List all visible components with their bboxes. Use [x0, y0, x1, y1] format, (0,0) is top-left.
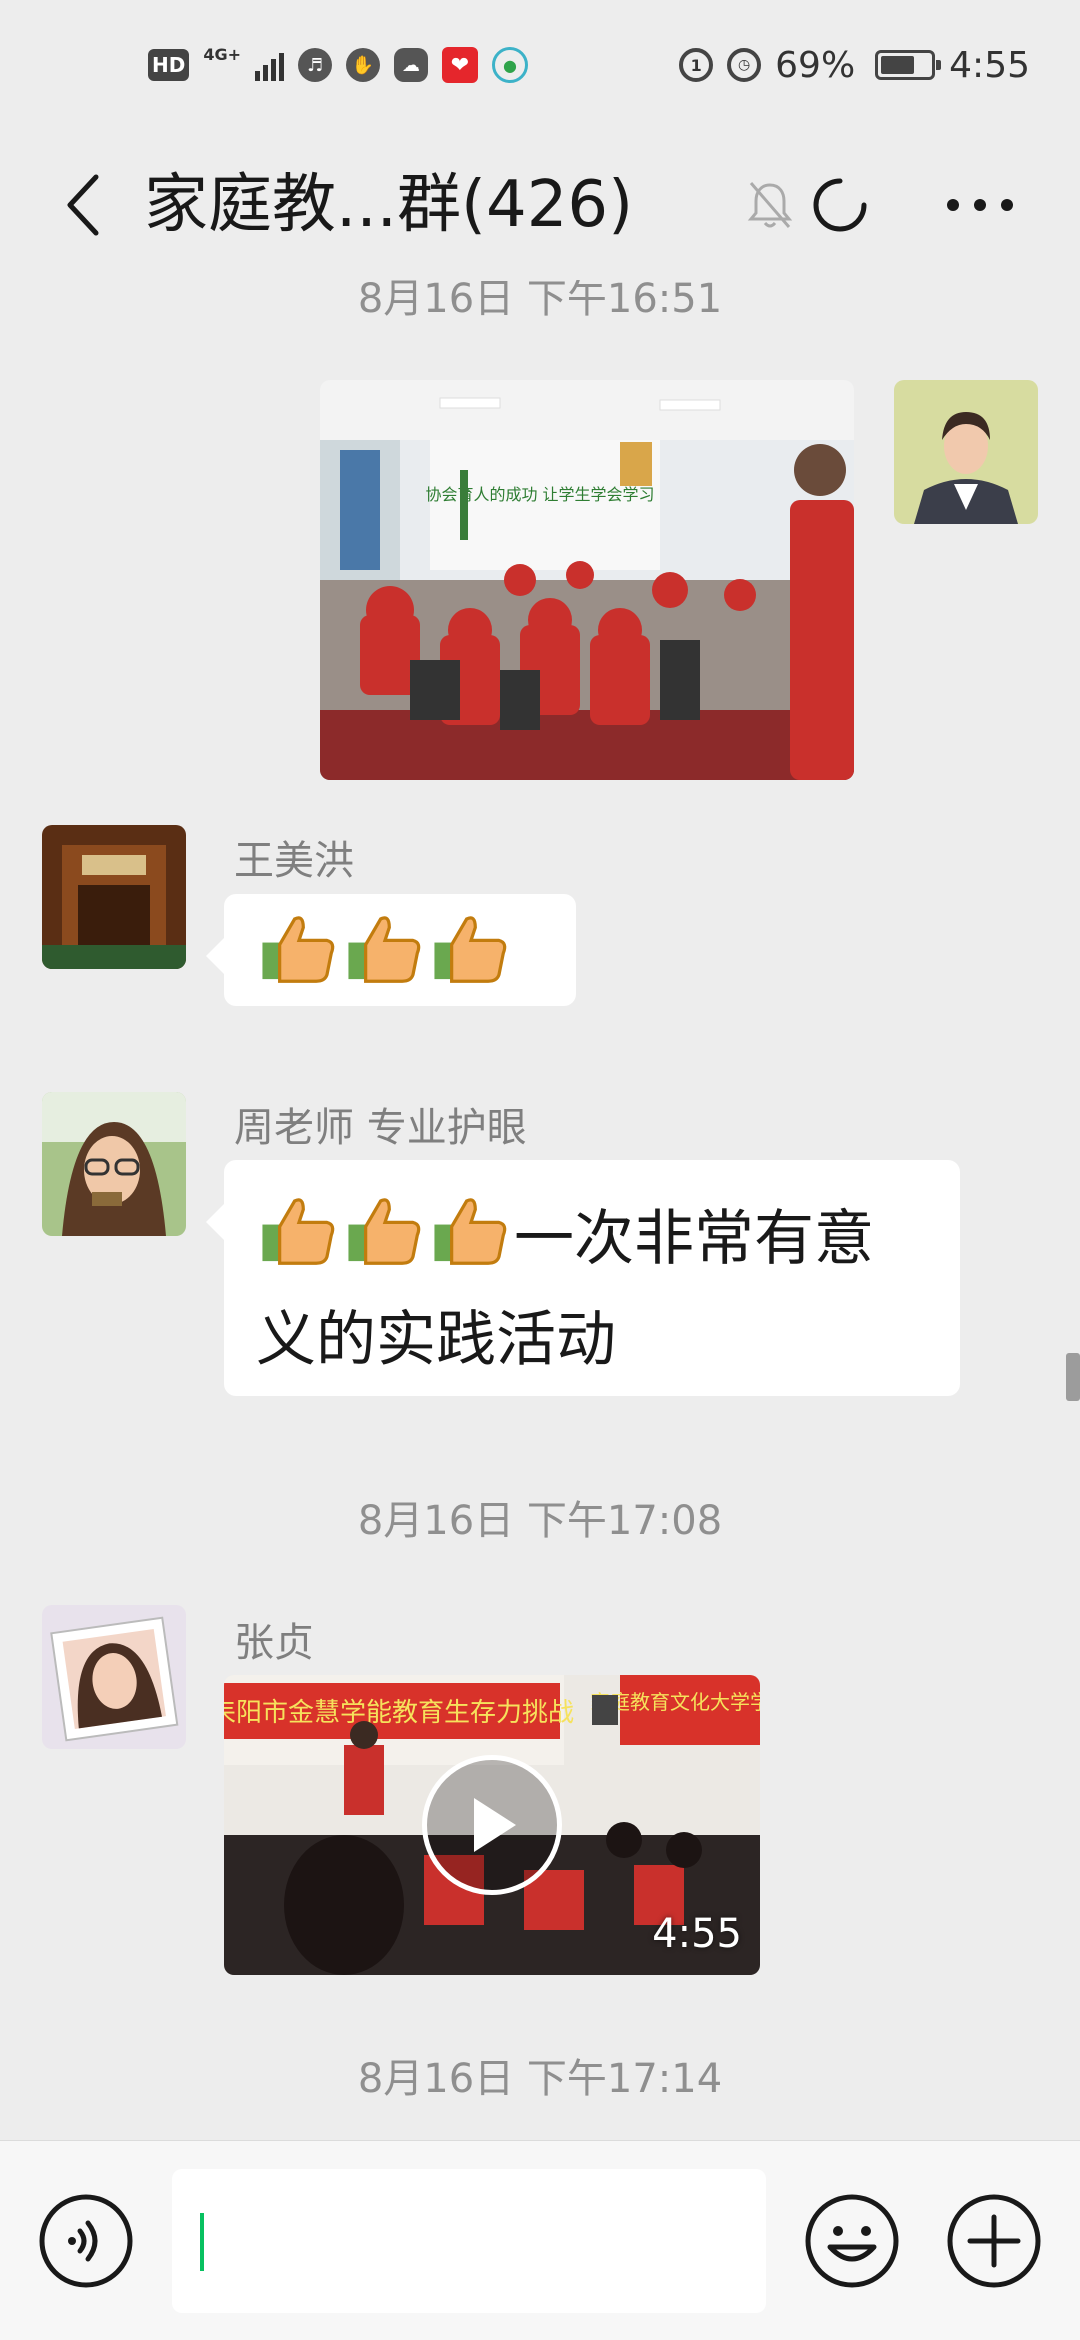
audio-icon: ♬ — [298, 48, 333, 82]
thumbs-up-emoji — [342, 906, 428, 1015]
sender-name: 王美洪 — [234, 838, 354, 884]
nav-bar: 家庭教...群(426) — [0, 130, 1080, 280]
bell-off-icon — [740, 165, 800, 245]
timestamp: 8月16日 下午17:08 — [357, 1498, 723, 1544]
hand-icon: ✋ — [346, 48, 381, 82]
more-button[interactable] — [930, 165, 1030, 245]
battery-icon — [875, 50, 942, 80]
video-duration: 4:55 — [652, 1911, 742, 1957]
photo-banner-text: 协会育人的成功 让学生学会学习 — [425, 485, 654, 504]
status-left: HD 4G+ ♬ ✋ ☁ ❤ ● — [148, 45, 529, 83]
message-input[interactable] — [172, 2169, 766, 2313]
status-bar: HD 4G+ ♬ ✋ ☁ ❤ ● 1 ◷ 69% 4:55 — [0, 0, 1080, 130]
chevron-left-icon — [67, 174, 99, 236]
hd-badge: HD — [148, 49, 190, 81]
emoji-icon — [805, 2194, 899, 2288]
network-type: 4G+ — [203, 45, 242, 64]
refresh-button[interactable] — [800, 165, 880, 245]
play-icon — [474, 1798, 516, 1852]
classroom-photo: 协会育人的成功 让学生学会学习 — [320, 380, 854, 780]
more-functions-button[interactable] — [944, 2191, 1044, 2291]
timestamp: 8月16日 下午16:51 — [357, 280, 723, 322]
timestamp: 8月16日 下午17:14 — [357, 2056, 723, 2102]
thumbs-up-emoji — [428, 906, 514, 1015]
battery-percent: 69% — [775, 44, 856, 86]
status-right: 1 ◷ 69% 4:55 — [679, 45, 1030, 86]
video-banner-left: 耒阳市金慧学能教育生存力挑战 — [224, 1698, 574, 1728]
chat-notification-icon: ● — [492, 47, 529, 83]
sender-avatar[interactable] — [42, 825, 186, 969]
message-bubble[interactable]: 一次非常有意义的实践活动 — [206, 1160, 960, 1396]
scrollbar[interactable] — [1066, 1353, 1080, 1401]
sender-avatar[interactable] — [42, 1092, 186, 1236]
voice-button[interactable] — [36, 2191, 136, 2291]
thumbs-up-emoji — [256, 1188, 342, 1297]
more-icon — [947, 199, 1013, 211]
back-button[interactable] — [44, 165, 124, 245]
sender-name: 张贞 — [234, 1620, 314, 1666]
message-list[interactable]: 8月16日 下午16:51 协会育人的成功 让学生学会学习 王美洪 周老师 专业… — [0, 280, 1080, 2140]
battery-level — [881, 56, 915, 74]
photo-message[interactable]: 协会育人的成功 让学生学会学习 — [320, 380, 854, 780]
alarm-icon: ◷ — [727, 48, 762, 82]
refresh-icon — [813, 178, 867, 232]
thumbs-up-emoji — [428, 1188, 514, 1297]
input-bar — [0, 2140, 1080, 2340]
text-caret — [200, 2213, 204, 2271]
thumbs-up-emoji — [256, 906, 342, 1015]
plus-icon — [947, 2194, 1041, 2288]
play-button[interactable] — [422, 1755, 562, 1895]
my-avatar[interactable] — [894, 380, 1038, 524]
data-saver-icon: 1 — [679, 48, 714, 82]
chat-title: 家庭教...群(426) — [144, 168, 634, 242]
signal-icon — [255, 49, 285, 81]
voice-icon — [39, 2194, 133, 2288]
sender-name: 周老师 专业护眼 — [234, 1105, 527, 1151]
app-notification-icon: ❤ — [442, 47, 479, 83]
cloud-icon: ☁ — [394, 48, 429, 82]
video-message[interactable]: 耒阳市金慧学能教育生存力挑战 家庭教育文化大学学院 4:55 — [224, 1675, 760, 1975]
message-bubble[interactable] — [206, 894, 576, 1006]
sender-avatar[interactable] — [42, 1605, 186, 1749]
clock: 4:55 — [949, 44, 1030, 86]
thumbs-up-emoji — [342, 1188, 428, 1297]
emoji-button[interactable] — [802, 2191, 902, 2291]
